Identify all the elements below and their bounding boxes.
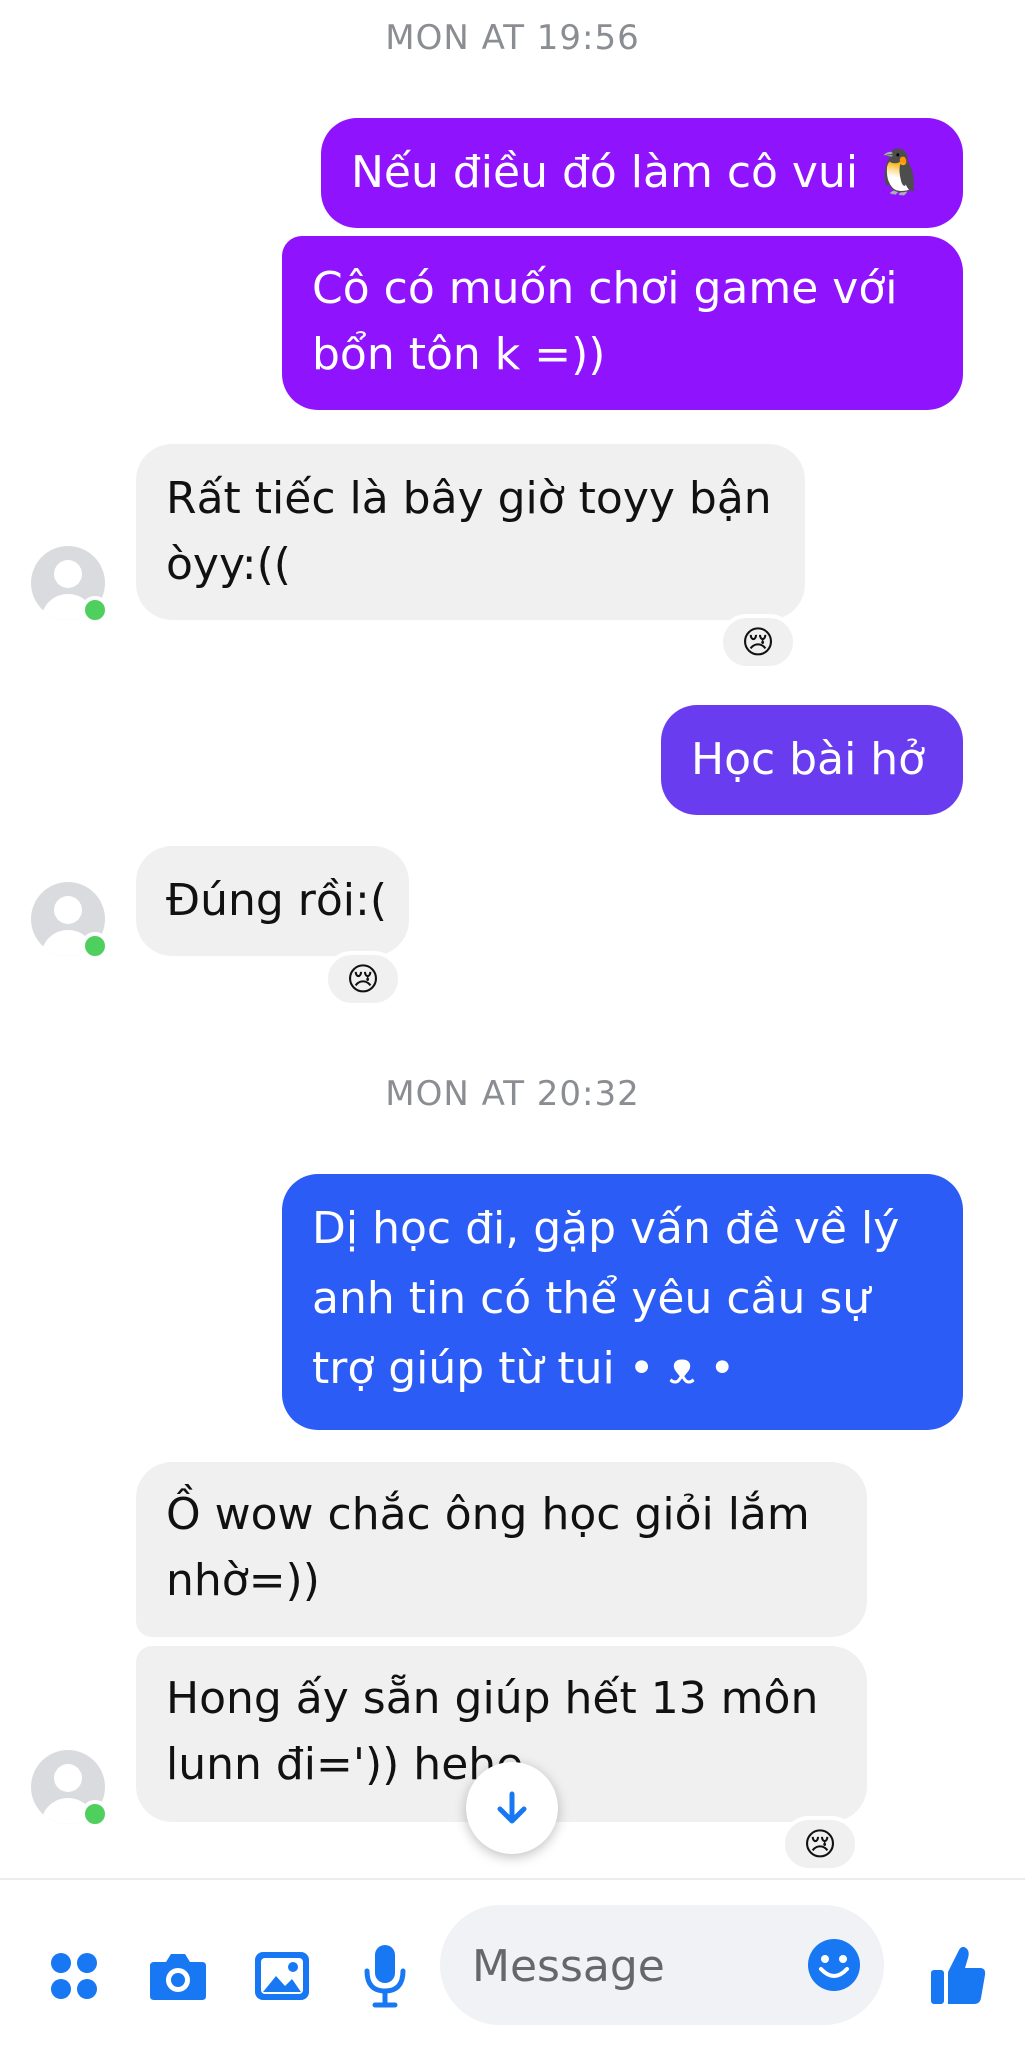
gallery-icon bbox=[255, 1952, 309, 2000]
message-text: trợ giúp từ tui • ᴥ • bbox=[312, 1343, 736, 1394]
incoming-message[interactable]: Rất tiếc là bây giờ toyy bận òyy:(( bbox=[136, 444, 805, 620]
menu-dots-icon bbox=[51, 1953, 97, 1999]
avatar-head bbox=[54, 560, 82, 588]
message-text: nhờ=)) bbox=[166, 1555, 320, 1606]
avatar-head bbox=[54, 896, 82, 924]
camera-icon bbox=[150, 1954, 206, 2000]
message-text: Cô có muốn chơi game với bbox=[312, 263, 898, 314]
message-text: Rất tiếc là bây giờ toyy bận bbox=[166, 473, 772, 524]
scroll-down-button[interactable] bbox=[466, 1762, 558, 1854]
online-indicator bbox=[81, 1800, 109, 1828]
like-icon bbox=[931, 1946, 986, 2004]
like-button[interactable] bbox=[922, 1936, 994, 2014]
message-text: òyy:(( bbox=[166, 539, 291, 590]
camera-button[interactable] bbox=[140, 1940, 216, 2012]
reaction-badge[interactable]: 😢 bbox=[719, 614, 797, 670]
message-text: Dị học đi, gặp vấn đề về lý bbox=[312, 1203, 900, 1254]
online-indicator bbox=[81, 932, 109, 960]
timestamp: MON AT 20:32 bbox=[385, 1074, 640, 1114]
outgoing-message[interactable]: Dị học đi, gặp vấn đề về lý anh tin có t… bbox=[282, 1174, 963, 1430]
message-text: Nếu điều đó làm cô vui 🐧 bbox=[351, 147, 927, 198]
incoming-message[interactable]: Đúng rồi:( bbox=[136, 846, 409, 956]
reaction-badge[interactable]: 😢 bbox=[781, 1816, 859, 1872]
timestamp: MON AT 19:56 bbox=[385, 18, 640, 58]
outgoing-message[interactable]: Học bài hở bbox=[661, 705, 963, 815]
message-text: Đúng rồi:( bbox=[166, 875, 388, 926]
message-text: bổn tôn k =)) bbox=[312, 329, 606, 380]
microphone-icon bbox=[364, 1945, 406, 2008]
avatar-head bbox=[54, 1764, 82, 1792]
message-text: anh tin có thể yêu cầu sự bbox=[312, 1273, 871, 1324]
gallery-button[interactable] bbox=[244, 1940, 320, 2012]
outgoing-message[interactable]: Cô có muốn chơi game với bổn tôn k =)) bbox=[282, 236, 963, 410]
emoji-icon bbox=[808, 1939, 860, 1991]
message-text: Ồ wow chắc ông học giỏi lắm bbox=[166, 1489, 810, 1540]
menu-button[interactable] bbox=[40, 1942, 108, 2010]
voice-button[interactable] bbox=[352, 1938, 418, 2014]
emoji-button[interactable] bbox=[806, 1937, 862, 1993]
message-text: Học bài hở bbox=[691, 734, 926, 785]
scroll-down-icon bbox=[497, 1791, 527, 1824]
message-input[interactable] bbox=[470, 1925, 774, 2007]
message-composer[interactable] bbox=[440, 1905, 884, 2025]
incoming-message[interactable]: Ồ wow chắc ông học giỏi lắm nhờ=)) bbox=[136, 1462, 867, 1637]
reaction-badge[interactable]: 😢 bbox=[324, 951, 402, 1007]
message-text: Hong ấy sẵn giúp hết 13 môn bbox=[166, 1673, 819, 1724]
outgoing-message[interactable]: Nếu điều đó làm cô vui 🐧 bbox=[321, 118, 963, 228]
online-indicator bbox=[81, 596, 109, 624]
